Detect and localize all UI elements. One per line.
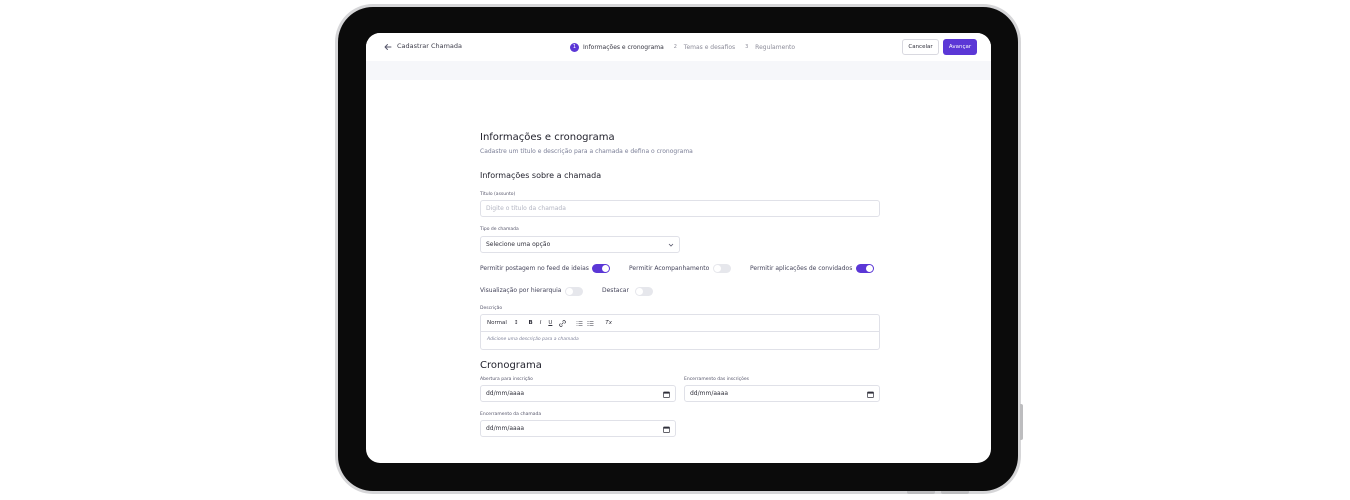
clear-format-button[interactable]: Tx xyxy=(605,320,612,326)
title-input[interactable]: Digite o título da chamada xyxy=(480,200,880,217)
toggle-knob xyxy=(602,265,609,272)
tablet-volume-button xyxy=(941,491,969,494)
editor-toolbar: Normal ↕ B I U Tx xyxy=(481,315,879,332)
closing-registrations-date-value: dd/mm/aaaa xyxy=(690,390,729,397)
bullet-list-icon[interactable] xyxy=(587,320,594,327)
toggle-label: Destacar xyxy=(602,287,629,294)
opening-date-value: dd/mm/aaaa xyxy=(486,390,525,397)
section-title: Informações sobre a chamada xyxy=(480,171,602,180)
bold-button[interactable]: B xyxy=(529,320,533,326)
closing-call-date-value: dd/mm/aaaa xyxy=(486,425,525,432)
step-label: Informações e cronograma xyxy=(583,43,664,51)
closing-call-date-input[interactable]: dd/mm/aaaa xyxy=(480,420,676,437)
description-placeholder[interactable]: Adicione uma descrição para a chamada xyxy=(487,337,579,342)
toggle-label: Permitir postagem no feed de ideias xyxy=(480,265,589,272)
opening-date-input[interactable]: dd/mm/aaaa xyxy=(480,385,676,402)
type-select[interactable]: Selecione uma opção xyxy=(480,236,680,253)
page-title: Cadastrar Chamada xyxy=(397,42,463,50)
tablet-volume-button xyxy=(907,491,935,494)
next-button[interactable]: Avançar xyxy=(943,39,977,55)
type-field-label: Tipo de chamada xyxy=(480,227,519,232)
toggle-knob xyxy=(636,288,643,295)
closing-call-label: Encerramento da chamada xyxy=(480,412,542,417)
step-number: 3 xyxy=(745,44,749,50)
description-label: Descrição xyxy=(480,306,503,311)
toggle-knob xyxy=(566,288,573,295)
step-themes[interactable]: 2 Temas e desafios xyxy=(671,43,735,52)
schedule-title: Cronograma xyxy=(480,360,542,371)
type-select-value: Selecione uma opção xyxy=(486,241,551,248)
ordered-list-icon[interactable] xyxy=(576,320,583,327)
step-number: 2 xyxy=(673,44,677,50)
step-info[interactable]: 1 Informações e cronograma xyxy=(570,42,664,52)
toggle-guest-applications[interactable] xyxy=(856,264,874,273)
closing-registrations-label: Encerramento das inscrições xyxy=(684,377,750,382)
toggle-label: Permitir aplicações de convidados xyxy=(750,265,853,272)
step-label: Temas e desafios xyxy=(683,43,736,51)
opening-label: Abertura para inscrição xyxy=(480,377,533,382)
step-label: Regulamento xyxy=(755,43,796,51)
arrow-left-icon[interactable] xyxy=(383,42,393,52)
step-number: 1 xyxy=(570,42,579,52)
form-subtitle: Cadastre um título e descrição para a ch… xyxy=(480,148,693,155)
format-select[interactable]: Normal xyxy=(487,320,507,326)
step-rules[interactable]: 3 Regulamento xyxy=(742,43,795,52)
format-arrows-icon: ↕ xyxy=(513,320,519,326)
closing-registrations-date-input[interactable]: dd/mm/aaaa xyxy=(684,385,880,402)
description-editor: Normal ↕ B I U Tx Adicione uma descrição… xyxy=(480,314,880,350)
toggle-label: Permitir Acompanhamento xyxy=(629,265,710,272)
calendar-icon[interactable] xyxy=(867,391,874,398)
calendar-icon[interactable] xyxy=(663,426,670,433)
top-bar: Cadastrar Chamada 1 Informações e cronog… xyxy=(366,33,991,61)
calendar-icon[interactable] xyxy=(663,391,670,398)
underline-button[interactable]: U xyxy=(548,320,552,326)
italic-button[interactable]: I xyxy=(540,320,542,326)
tablet-side-button xyxy=(1020,404,1023,440)
header-divider-band xyxy=(366,61,991,80)
chevron-down-icon xyxy=(668,243,674,247)
toggle-follow-up[interactable] xyxy=(713,264,731,273)
title-field-label: Título (assunto) xyxy=(480,192,516,197)
form-title: Informações e cronograma xyxy=(480,132,615,143)
toggle-knob xyxy=(866,265,873,272)
toggle-label: Visualização por hierarquia xyxy=(480,287,562,294)
toggle-hierarchy-view[interactable] xyxy=(565,287,583,296)
cancel-button[interactable]: Cancelar xyxy=(902,39,939,55)
toggle-knob xyxy=(714,265,721,272)
stepper: 1 Informações e cronograma 2 Temas e des… xyxy=(570,41,802,53)
link-icon[interactable] xyxy=(559,319,567,327)
stage: Cadastrar Chamada 1 Informações e cronog… xyxy=(0,0,1350,500)
app-screen: Cadastrar Chamada 1 Informações e cronog… xyxy=(366,33,991,463)
toggle-highlight[interactable] xyxy=(635,287,653,296)
toggle-feed-ideas[interactable] xyxy=(592,264,610,273)
